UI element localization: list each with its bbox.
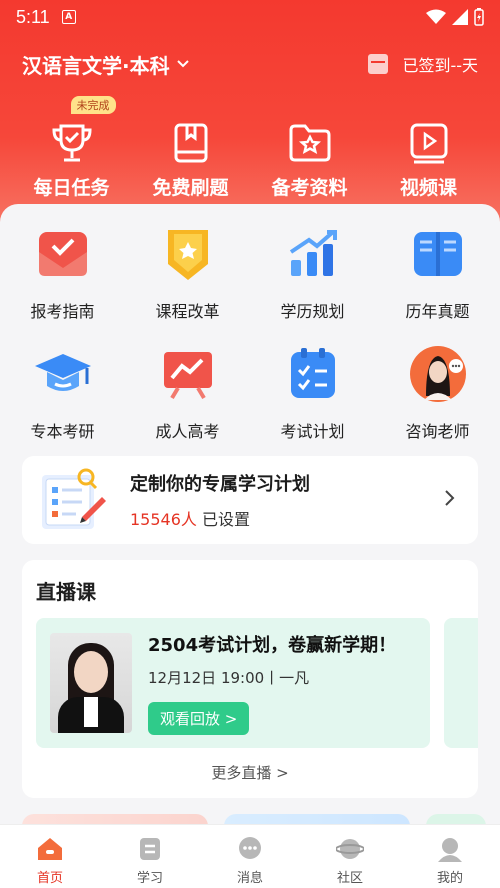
- grid-item-exam-plan[interactable]: 考试计划: [250, 342, 375, 442]
- watch-replay-button[interactable]: 观看回放 >: [148, 702, 250, 735]
- tab-label: 社区: [336, 871, 363, 886]
- quick-label: 每日任务: [33, 177, 110, 199]
- tab-community[interactable]: 社区: [300, 825, 400, 888]
- incomplete-badge: 未完成: [70, 96, 116, 114]
- grid-item-adult-exam[interactable]: 成人高考: [125, 342, 250, 442]
- quick-actions: 未完成 每日任务 免费刷题 备考资料 视频课: [0, 96, 500, 200]
- grid-item-exam-guide[interactable]: 报考指南: [0, 222, 125, 322]
- live-item-next[interactable]: [444, 618, 478, 748]
- live-section-title: 直播课: [36, 580, 96, 604]
- checkin-button[interactable]: 已签到--天: [368, 52, 478, 76]
- live-item[interactable]: 2504考试计划，卷赢新学期！ 12月12日 19:00丨一凡 观看回放 >: [36, 618, 430, 748]
- profile-icon: [436, 835, 464, 863]
- folder-star-icon: [285, 118, 335, 167]
- checklist-icon: [281, 342, 345, 406]
- study-plan-count: 15546人: [130, 510, 197, 529]
- quick-prep-materials[interactable]: 备考资料: [255, 100, 365, 200]
- live-item-time: 12月12日 19:00丨一凡: [148, 669, 310, 687]
- grid-label: 专本考研: [30, 422, 95, 441]
- grid-item-postgrad[interactable]: 专本考研: [0, 342, 125, 442]
- more-live-link[interactable]: 更多直播 >: [22, 762, 478, 783]
- message-icon: [236, 835, 264, 863]
- envelope-check-icon: [31, 222, 95, 286]
- grid-label: 历年真题: [405, 302, 470, 321]
- study-icon: [136, 835, 164, 863]
- badge-star-icon: [156, 222, 220, 286]
- status-time: 5:11: [16, 6, 50, 27]
- grid-item-past-papers[interactable]: 历年真题: [375, 222, 500, 322]
- grid-item-course-reform[interactable]: 课程改革: [125, 222, 250, 322]
- tab-study[interactable]: 学习: [100, 825, 200, 888]
- study-plan-count-suffix: 已设置: [202, 510, 251, 529]
- study-plan-icon: [36, 465, 112, 535]
- grid-label: 学历规划: [280, 302, 345, 321]
- quick-label: 备考资料: [271, 177, 348, 199]
- tab-profile[interactable]: 我的: [400, 825, 500, 888]
- live-item-title: 2504考试计划，卷赢新学期！: [148, 635, 397, 656]
- graduation-cap-icon: [31, 342, 95, 406]
- grid-label: 咨询老师: [405, 422, 470, 441]
- live-item-info: 2504考试计划，卷赢新学期！ 12月12日 19:00丨一凡 观看回放 >: [148, 631, 396, 735]
- major-label: 汉语言文学·本科: [22, 53, 170, 78]
- grid-item-consult-teacher[interactable]: 咨询老师: [375, 342, 500, 442]
- top-header: 汉语言文学·本科 已签到--天: [22, 46, 478, 82]
- calendar-icon: [368, 54, 389, 74]
- study-plan-subtitle: 15546人 已设置: [130, 506, 310, 530]
- teacher-photo: [50, 633, 132, 733]
- feature-grid: 报考指南 课程改革 学历规划 历年真题 专本考研 成人高考 考试计划 咨询老师: [0, 222, 500, 442]
- community-icon: [336, 835, 364, 863]
- tab-messages[interactable]: 消息: [200, 825, 300, 888]
- grid-label: 报考指南: [30, 302, 95, 321]
- live-course-card: 直播课 2504考试计划，卷赢新学期！ 12月12日 19:00丨一凡 观看回放…: [22, 560, 478, 798]
- quick-label: 视频课: [399, 177, 457, 199]
- bottom-tab-bar: 首页 学习 消息 社区 我的: [0, 824, 500, 888]
- main-content: 报考指南 课程改革 学历规划 历年真题 专本考研 成人高考 考试计划 咨询老师 …: [0, 204, 500, 828]
- growth-chart-icon: [281, 222, 345, 286]
- quick-daily-tasks[interactable]: 未完成 每日任务: [17, 96, 127, 200]
- book-icon: [166, 118, 216, 167]
- trophy-icon: [47, 118, 97, 167]
- tab-label: 首页: [36, 871, 63, 886]
- checkin-label: 已签到--天: [402, 56, 478, 75]
- open-book-icon: [406, 222, 470, 286]
- home-icon: [36, 835, 64, 863]
- status-bar: 5:11 A: [0, 0, 500, 34]
- quick-label: 免费刷题: [152, 177, 229, 199]
- battery-icon: [474, 8, 484, 26]
- study-plan-card[interactable]: 定制你的专属学习计划 15546人 已设置: [22, 456, 478, 544]
- cellular-icon: [452, 9, 468, 25]
- tab-label: 消息: [236, 871, 263, 886]
- grid-label: 成人高考: [155, 422, 220, 441]
- study-plan-text: 定制你的专属学习计划 15546人 已设置: [130, 470, 310, 530]
- quick-free-practice[interactable]: 免费刷题: [136, 100, 246, 200]
- video-play-icon: [404, 118, 454, 167]
- quick-video-course[interactable]: 视频课: [374, 100, 484, 200]
- teacher-avatar-icon: [406, 342, 470, 406]
- chevron-right-icon: [444, 488, 456, 513]
- study-plan-title: 定制你的专属学习计划: [130, 474, 310, 495]
- grid-item-education-plan[interactable]: 学历规划: [250, 222, 375, 322]
- major-selector[interactable]: 汉语言文学·本科: [22, 50, 190, 79]
- tab-label: 我的: [436, 871, 463, 886]
- grid-label: 课程改革: [155, 302, 220, 321]
- grid-label: 考试计划: [280, 422, 345, 441]
- tab-home[interactable]: 首页: [0, 825, 100, 888]
- tab-label: 学习: [136, 871, 163, 886]
- chevron-down-icon: [176, 60, 189, 68]
- board-chart-icon: [156, 342, 220, 406]
- wifi-icon: [426, 9, 446, 24]
- notification-icon: A: [61, 10, 76, 24]
